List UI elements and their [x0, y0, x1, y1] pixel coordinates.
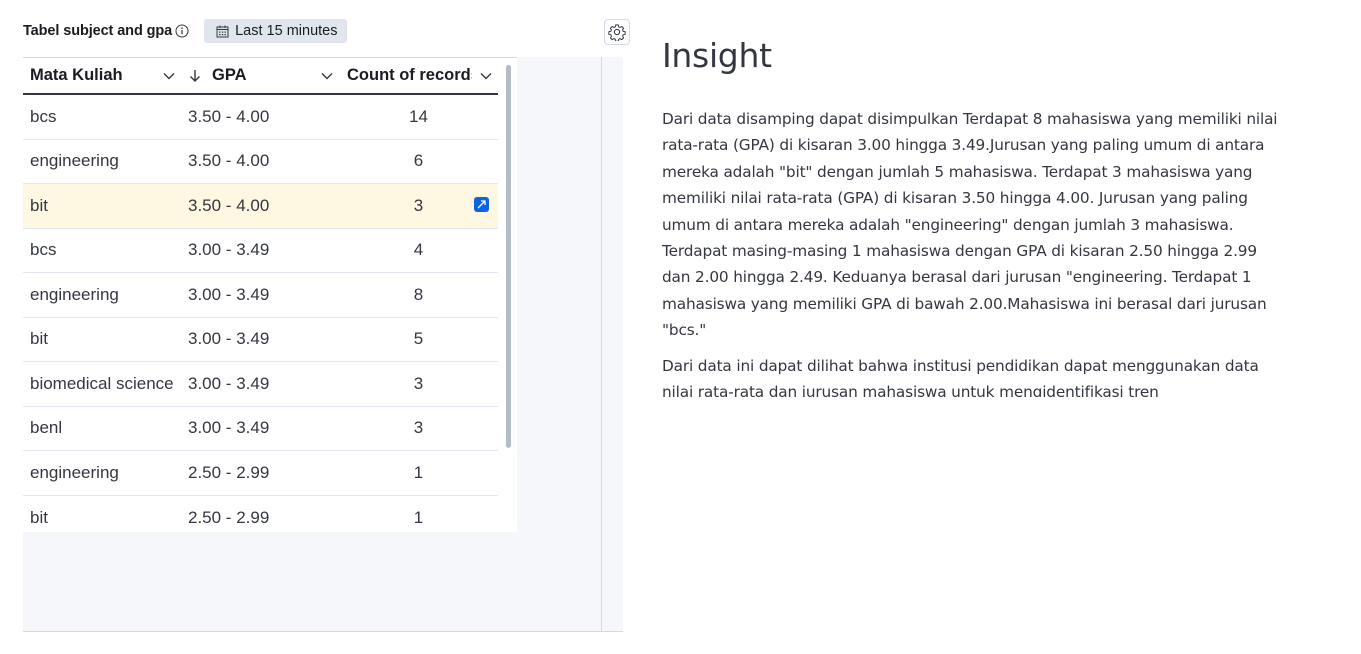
insight-title: Insight	[662, 36, 772, 75]
table-header: Mata Kuliah GPA Count of records	[23, 58, 498, 95]
cell-subject[interactable]: engineering	[23, 463, 181, 483]
insight-paragraph: Dari data disamping dapat disimpulkan Te…	[662, 110, 1278, 340]
cell-subject[interactable]: bit	[23, 329, 181, 349]
cell-count[interactable]: 6	[339, 151, 498, 171]
table-row[interactable]: engineering 3.50 - 4.00 6	[23, 140, 498, 184]
cell-gpa[interactable]: 3.00 - 3.49	[181, 329, 339, 349]
cell-count[interactable]: 3	[339, 418, 498, 438]
cell-gpa[interactable]: 3.00 - 3.49	[181, 374, 339, 394]
cell-subject[interactable]: bit	[23, 508, 181, 528]
cell-gpa[interactable]: 3.50 - 4.00	[181, 107, 339, 127]
panel-title: Tabel subject and gpa	[23, 23, 173, 39]
expand-cell-icon[interactable]	[474, 197, 489, 212]
table-row[interactable]: biomedical science 3.00 - 3.49 3	[23, 362, 498, 407]
table-row[interactable]: benl 3.00 - 3.49 3	[23, 407, 498, 451]
cell-count[interactable]: 5	[339, 329, 498, 349]
panel-settings-button[interactable]	[604, 19, 630, 45]
info-icon[interactable]	[175, 24, 189, 38]
table-row[interactable]: bcs 3.00 - 3.49 4	[23, 229, 498, 273]
table-row[interactable]: engineering 3.00 - 3.49 8	[23, 273, 498, 318]
table-row[interactable]: bcs 3.50 - 4.00 14	[23, 95, 498, 140]
column-header-count[interactable]: Count of records	[339, 58, 498, 93]
cell-gpa[interactable]: 2.50 - 2.99	[181, 508, 339, 528]
cell-subject[interactable]: biomedical science	[23, 374, 181, 394]
data-grid: Mata Kuliah GPA Count of records bcs 3.5…	[23, 57, 517, 532]
column-header-subject[interactable]: Mata Kuliah	[23, 58, 181, 93]
chevron-down-icon[interactable]	[163, 72, 175, 80]
chevron-down-icon[interactable]	[321, 72, 333, 80]
column-header-gpa[interactable]: GPA	[181, 58, 339, 93]
cell-count[interactable]: 3	[339, 374, 498, 394]
cell-gpa[interactable]: 2.50 - 2.99	[181, 463, 339, 483]
panel-divider	[601, 57, 602, 632]
cell-count[interactable]: 4	[339, 240, 498, 260]
chevron-down-icon[interactable]	[480, 72, 492, 80]
time-range-label: Last 15 minutes	[235, 23, 338, 39]
cell-gpa[interactable]: 3.50 - 4.00	[181, 196, 339, 216]
cell-subject[interactable]: engineering	[23, 151, 181, 171]
table-row[interactable]: engineering 2.50 - 2.99 1	[23, 451, 498, 496]
table-row[interactable]: bit 3.00 - 3.49 5	[23, 318, 498, 362]
cell-subject[interactable]: bcs	[23, 240, 181, 260]
cell-subject[interactable]: engineering	[23, 285, 181, 305]
cell-count[interactable]: 1	[339, 463, 498, 483]
vertical-scrollbar[interactable]	[506, 65, 511, 448]
table-row-highlighted[interactable]: bit 3.50 - 4.00 3	[23, 184, 498, 229]
cell-subject[interactable]: bcs	[23, 107, 181, 127]
panel-header: Tabel subject and gpa Last 15 minutes	[23, 18, 348, 44]
table-row[interactable]: bit 2.50 - 2.99 1	[23, 496, 498, 541]
cell-gpa[interactable]: 3.00 - 3.49	[181, 418, 339, 438]
cell-gpa[interactable]: 3.00 - 3.49	[181, 240, 339, 260]
cell-count[interactable]: 8	[339, 285, 498, 305]
data-table-panel: Mata Kuliah GPA Count of records bcs 3.5…	[23, 57, 623, 632]
time-range-badge[interactable]: Last 15 minutes	[204, 19, 348, 43]
insight-panel: Insight Dari data disamping dapat disimp…	[662, 30, 1282, 406]
gear-icon	[608, 23, 626, 41]
sort-descending-icon	[188, 69, 202, 83]
cell-gpa[interactable]: 3.50 - 4.00	[181, 151, 339, 171]
cell-count[interactable]: 1	[339, 508, 498, 528]
cell-count[interactable]: 14	[339, 107, 498, 127]
cell-subject[interactable]: bit	[23, 196, 181, 216]
cell-subject[interactable]: benl	[23, 418, 181, 438]
cell-gpa[interactable]: 3.00 - 3.49	[181, 285, 339, 305]
calendar-icon	[216, 25, 229, 38]
insight-paragraph: Dari data ini dapat dilihat bahwa instit…	[662, 356, 1259, 397]
